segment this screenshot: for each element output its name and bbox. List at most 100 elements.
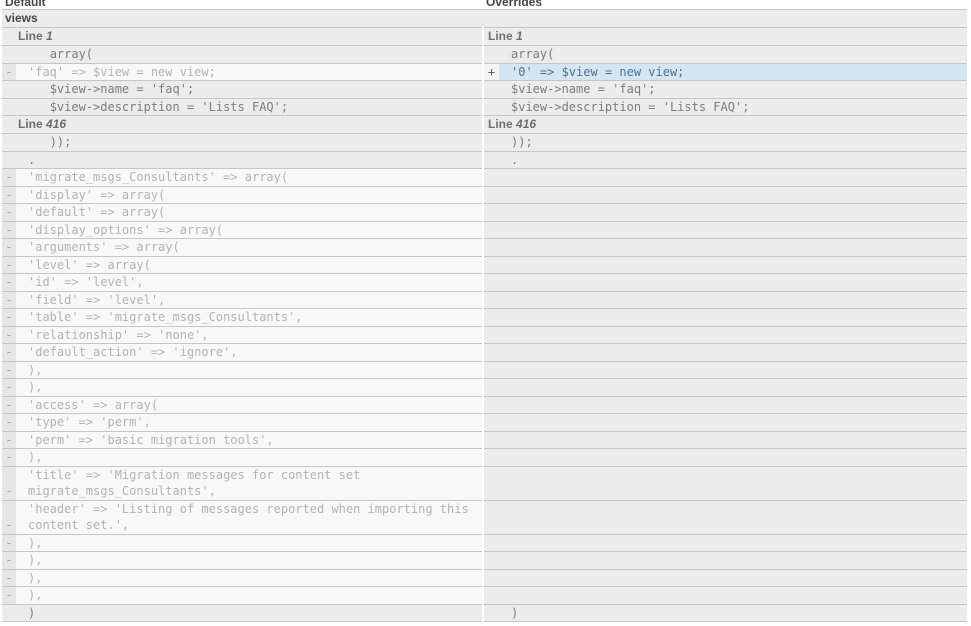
diff-marker-left: - — [2, 63, 16, 81]
diff-code-left: ), — [16, 569, 483, 587]
line-number-header-left: Line 1 — [2, 27, 483, 46]
diff-marker-left: - — [2, 500, 16, 535]
diff-row: -'level' => array( — [2, 256, 967, 274]
diff-row: $view->description = 'Lists FAQ'; $view->… — [2, 98, 967, 116]
diff-marker-left: - — [2, 551, 16, 570]
diff-marker-right — [482, 431, 499, 449]
diff-code-right: $view->description = 'Lists FAQ'; — [499, 98, 967, 116]
diff-code-left: 'level' => array( — [16, 256, 483, 274]
diff-marker-right — [482, 203, 499, 222]
diff-code-right — [499, 326, 967, 344]
diff-row: -'display' => array( — [2, 186, 967, 204]
diff-marker-right — [482, 186, 499, 204]
line-number-header-right: Line 1 — [482, 27, 967, 46]
diff-code-right — [499, 238, 967, 257]
diff-code-right: . — [499, 151, 967, 169]
diff-code-left: 'table' => 'migrate_msgs_Consultants', — [16, 308, 483, 327]
column-header-overrides-label: Overrides — [486, 0, 543, 9]
diff-code-right — [499, 551, 967, 570]
diff-marker-left: - — [2, 431, 16, 449]
column-header-default: Default — [2, 0, 483, 10]
diff-row: -'type' => 'perm', — [2, 413, 967, 432]
diff-marker-left: - — [2, 273, 16, 292]
diff-code-right — [499, 396, 967, 414]
diff-marker-left: - — [2, 186, 16, 204]
diff-row: -), — [2, 551, 967, 570]
diff-code-left: ) — [16, 604, 483, 622]
diff-marker-right — [482, 378, 499, 397]
diff-code-left: 'title' => 'Migration messages for conte… — [16, 466, 483, 501]
diff-code-left: array( — [16, 45, 483, 64]
diff-row: Line 416 Line 416 — [2, 115, 967, 134]
diff-code-right — [499, 186, 967, 204]
diff-marker-left — [2, 133, 16, 152]
line-number: 1 — [516, 29, 523, 43]
diff-row: -'header' => 'Listing of messages report… — [2, 500, 967, 535]
diff-marker-right — [482, 326, 499, 344]
diff-row: -'default_action' => 'ignore', — [2, 343, 967, 362]
diff-row: array( array( — [2, 45, 967, 64]
diff-code-right: array( — [499, 45, 967, 64]
diff-marker-left: - — [2, 361, 16, 379]
diff-row: -'arguments' => array( — [2, 238, 967, 257]
diff-marker-left: - — [2, 203, 16, 222]
diff-code-right — [499, 431, 967, 449]
diff-row: ));)); — [2, 133, 967, 152]
diff-code-left: 'perm' => 'basic migration tools', — [16, 431, 483, 449]
diff-row: -'faq' => $view = new view; + '0' => $view… — [2, 63, 967, 81]
diff-code-left: ), — [16, 448, 483, 467]
diff-marker-left: - — [2, 534, 16, 552]
diff-code-right: )); — [499, 133, 967, 152]
diff-code-left: 'arguments' => array( — [16, 238, 483, 257]
diff-code-right — [499, 361, 967, 379]
diff-code-right — [499, 534, 967, 552]
diff-row: -'access' => array( — [2, 396, 967, 414]
diff-code-left: 'relationship' => 'none', — [16, 326, 483, 344]
diff-marker-left: - — [2, 291, 16, 309]
diff-code-left: ), — [16, 551, 483, 570]
diff-marker-left: - — [2, 378, 16, 397]
diff-marker-right — [482, 133, 499, 152]
diff-code-right — [499, 168, 967, 187]
diff-column-header-row: Default Overrides — [2, 0, 967, 10]
diff-code-right — [499, 343, 967, 362]
diff-code-left: 'type' => 'perm', — [16, 413, 483, 432]
diff-marker-left — [2, 80, 16, 99]
diff-marker-right — [482, 151, 499, 169]
diff-marker-left: - — [2, 238, 16, 257]
diff-marker-right — [482, 221, 499, 239]
column-header-default-label: Default — [5, 0, 46, 9]
diff-marker-left: - — [2, 256, 16, 274]
diff-row: -'display_options' => array( — [2, 221, 967, 239]
diff-code-right — [499, 413, 967, 432]
line-number: 416 — [46, 117, 67, 131]
diff-code-left: 'access' => array( — [16, 396, 483, 414]
diff-marker-right — [482, 80, 499, 99]
diff-marker-right — [482, 361, 499, 379]
diff-marker-right — [482, 586, 499, 605]
diff-row: -'table' => 'migrate_msgs_Consultants', — [2, 308, 967, 327]
diff-row: .. — [2, 151, 967, 169]
diff-code-left: 'migrate_msgs_Consultants' => array( — [16, 168, 483, 187]
diff-row: Line 1 Line 1 — [2, 27, 967, 46]
diff-marker-right — [482, 466, 499, 501]
diff-row: -'migrate_msgs_Consultants' => array( — [2, 168, 967, 187]
diff-code-left: ), — [16, 586, 483, 605]
diff-code-right — [499, 569, 967, 587]
diff-row: -), — [2, 378, 967, 397]
diff-marker-left: - — [2, 586, 16, 605]
diff-marker-right — [482, 396, 499, 414]
diff-marker-right — [482, 343, 499, 362]
diff-marker-right — [482, 273, 499, 292]
diff-code-right — [499, 256, 967, 274]
diff-code-right — [499, 273, 967, 292]
diff-row: -), — [2, 534, 967, 552]
diff-row: )) — [2, 604, 967, 622]
diff-row: -'perm' => 'basic migration tools', — [2, 431, 967, 449]
diff-marker-right — [482, 256, 499, 274]
diff-code-left: . — [16, 151, 483, 169]
diff-marker-right — [482, 448, 499, 467]
diff-row: -), — [2, 569, 967, 587]
diff-marker-right — [482, 308, 499, 327]
diff-code-right — [499, 500, 967, 535]
